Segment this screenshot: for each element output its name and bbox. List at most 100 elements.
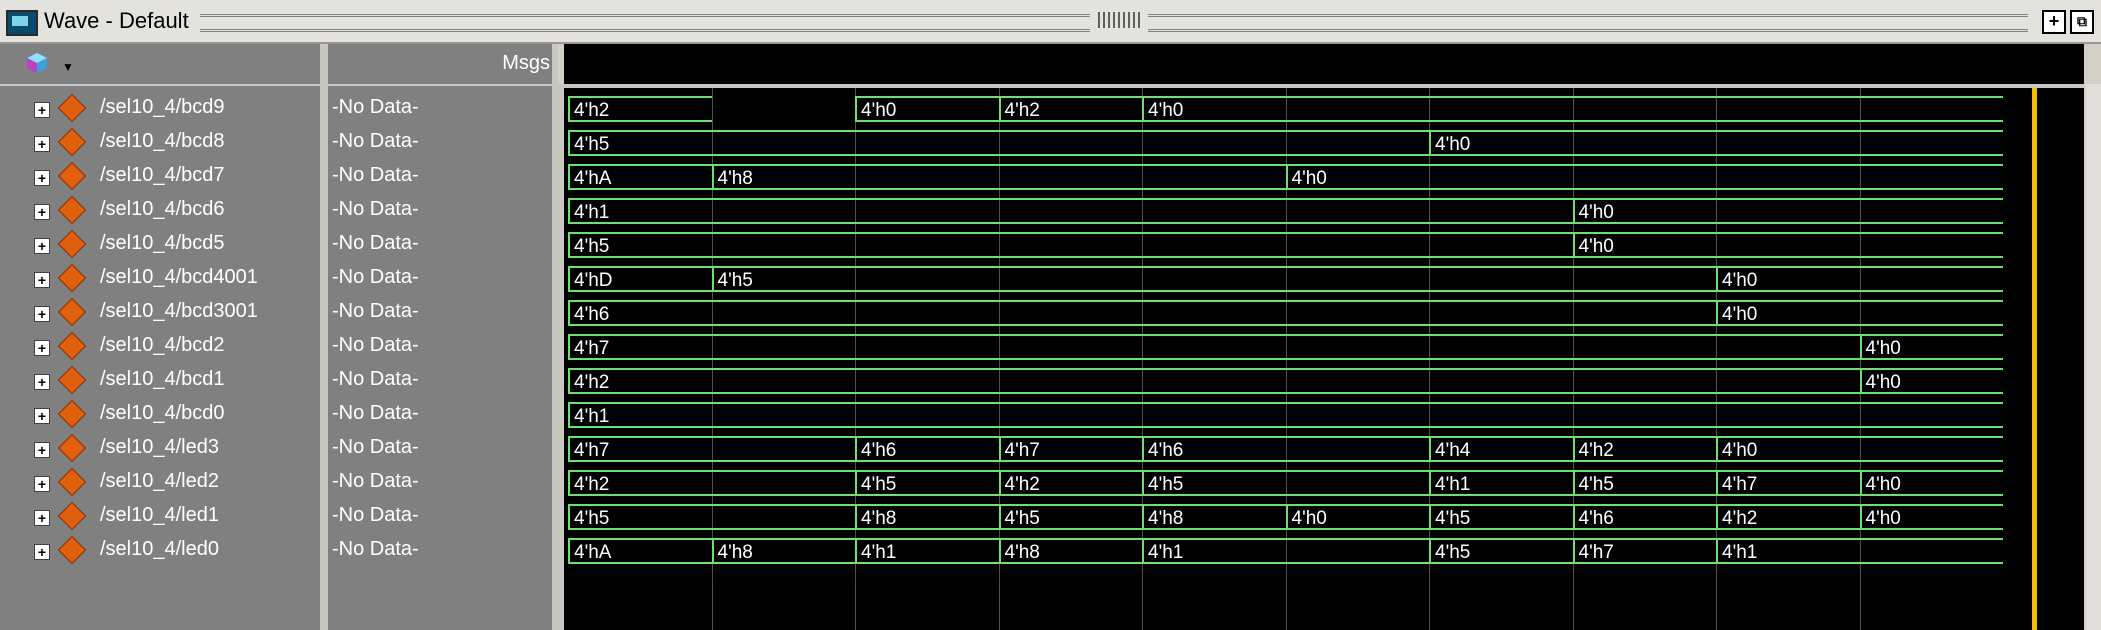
expand-icon[interactable]: + [34, 374, 50, 390]
titlebar-grip-right [1148, 14, 2028, 32]
wave-segment: 4'h7 [1572, 538, 1716, 564]
signal-diamond-icon [57, 229, 87, 259]
signal-name-header: ▼ [0, 44, 328, 86]
signal-value: -No Data- [330, 534, 550, 568]
signal-name: /sel10_4/bcd6 [100, 198, 225, 220]
expand-icon[interactable]: + [34, 340, 50, 356]
expand-icon[interactable]: + [34, 442, 50, 458]
signal-diamond-icon [57, 535, 87, 565]
wave-segment: 4'h5 [1429, 538, 1573, 564]
vertical-scrollbar[interactable] [2086, 84, 2101, 630]
undock-icon[interactable]: ⧉ [2070, 10, 2094, 34]
wave-segment: 4'h6 [1142, 436, 1429, 462]
signal-diamond-icon [57, 195, 87, 225]
wave-value-label: 4'h0 [861, 100, 897, 121]
wave-window-icon [6, 10, 38, 36]
wave-value-label: 4'h1 [574, 406, 610, 427]
wave-segment: 4'h0 [1285, 164, 2003, 190]
wave-value-label: 4'h8 [861, 508, 897, 529]
expand-icon[interactable]: + [34, 170, 50, 186]
signal-name: /sel10_4/bcd7 [100, 164, 225, 186]
wave-value-label: 4'h0 [1865, 508, 1901, 529]
cube-icon[interactable] [26, 52, 48, 74]
wave-segment: 4'h0 [1429, 130, 2003, 156]
signal-row[interactable]: + /sel10_4/bcd1 [0, 364, 320, 398]
wave-segment: 4'h5 [711, 266, 1716, 292]
signal-row[interactable]: + /sel10_4/led0 [0, 534, 320, 568]
wave-value-label: 4'h1 [574, 202, 610, 223]
wave-segment: 4'h2 [998, 470, 1142, 496]
wave-segment: 4'h1 [1142, 538, 1429, 564]
wave-segment: 4'h5 [1572, 470, 1716, 496]
wave-value-label: 4'h5 [1004, 508, 1040, 529]
signal-row[interactable]: + /sel10_4/bcd8 [0, 126, 320, 160]
wave-segment: 4'h5 [1142, 470, 1429, 496]
time-cursor[interactable] [2032, 88, 2037, 630]
signal-row[interactable]: + /sel10_4/bcd9 [0, 92, 320, 126]
signal-value-text: -No Data- [332, 266, 419, 288]
titlebar-drag-handle[interactable] [1098, 12, 1140, 28]
signal-diamond-icon [57, 93, 87, 123]
wave-value-label: 4'h2 [1578, 440, 1614, 461]
expand-icon[interactable]: + [34, 306, 50, 322]
wave-value-label: 4'h5 [574, 508, 610, 529]
signal-diamond-icon [57, 263, 87, 293]
wave-value-label: 4'h7 [1004, 440, 1040, 461]
signal-name: /sel10_4/bcd2 [100, 334, 225, 356]
wave-value-label: 4'h5 [574, 236, 610, 257]
signal-row[interactable]: + /sel10_4/bcd2 [0, 330, 320, 364]
signal-row[interactable]: + /sel10_4/bcd7 [0, 160, 320, 194]
expand-icon[interactable]: + [34, 544, 50, 560]
signal-row[interactable]: + /sel10_4/bcd6 [0, 194, 320, 228]
wave-value-label: 4'h1 [1148, 542, 1184, 563]
signal-value-text: -No Data- [332, 504, 419, 526]
signal-value: -No Data- [330, 126, 550, 160]
signal-name: /sel10_4/bcd1 [100, 368, 225, 390]
signal-value-text: -No Data- [332, 470, 419, 492]
wave-header [564, 44, 2084, 84]
expand-icon[interactable]: + [34, 238, 50, 254]
wave-value-label: 4'h8 [717, 542, 753, 563]
wave-value-label: 4'hA [574, 168, 612, 189]
wave-value-label: 4'hA [574, 542, 612, 563]
signal-row[interactable]: + /sel10_4/bcd3001 [0, 296, 320, 330]
signal-diamond-icon [57, 331, 87, 361]
wave-value-label: 4'h5 [1148, 474, 1184, 495]
wave-value-label: 4'h8 [1148, 508, 1184, 529]
expand-icon[interactable]: + [34, 102, 50, 118]
signal-row[interactable]: + /sel10_4/bcd0 [0, 398, 320, 432]
dock-icon[interactable]: + [2042, 10, 2066, 34]
signal-row[interactable]: + /sel10_4/led1 [0, 500, 320, 534]
wave-segment: 4'h5 [1429, 504, 1573, 530]
expand-icon[interactable]: + [34, 476, 50, 492]
wave-segment: 4'h0 [1716, 300, 2003, 326]
wave-value-label: 4'h2 [574, 100, 610, 121]
wave-value-label: 4'h1 [1722, 542, 1758, 563]
expand-icon[interactable]: + [34, 408, 50, 424]
chevron-down-icon[interactable]: ▼ [62, 60, 74, 74]
wave-segment: 4'h0 [1716, 266, 2003, 292]
expand-icon[interactable]: + [34, 204, 50, 220]
wave-segment: 4'h8 [998, 538, 1142, 564]
column-divider[interactable] [320, 44, 328, 630]
wave-value-label: 4'h0 [1865, 372, 1901, 393]
waveform-area[interactable]: 4'h2 4'h0 4'h2 4'h0 4'h5 4'h0 4'hA 4'h8 4'h0 4'h1… [564, 88, 2084, 630]
wave-segment: 4'h8 [711, 164, 1286, 190]
wave-segment: 4'h6 [568, 300, 1716, 326]
signal-value-text: -No Data- [332, 368, 419, 390]
wave-value-label: 4'h2 [574, 474, 610, 495]
wave-segment: 4'h0 [1859, 504, 2003, 530]
msgs-label: Msgs [502, 52, 550, 74]
signal-row[interactable]: + /sel10_4/bcd5 [0, 228, 320, 262]
signal-row[interactable]: + /sel10_4/led3 [0, 432, 320, 466]
wave-value-label: 4'h0 [1865, 338, 1901, 359]
expand-icon[interactable]: + [34, 136, 50, 152]
signal-row[interactable]: + /sel10_4/led2 [0, 466, 320, 500]
signal-name: /sel10_4/bcd8 [100, 130, 225, 152]
window-titlebar[interactable]: Wave - Default + ⧉ [0, 0, 2101, 44]
expand-icon[interactable]: + [34, 510, 50, 526]
expand-icon[interactable]: + [34, 272, 50, 288]
signal-value: -No Data- [330, 92, 550, 126]
signal-diamond-icon [57, 467, 87, 497]
signal-row[interactable]: + /sel10_4/bcd4001 [0, 262, 320, 296]
